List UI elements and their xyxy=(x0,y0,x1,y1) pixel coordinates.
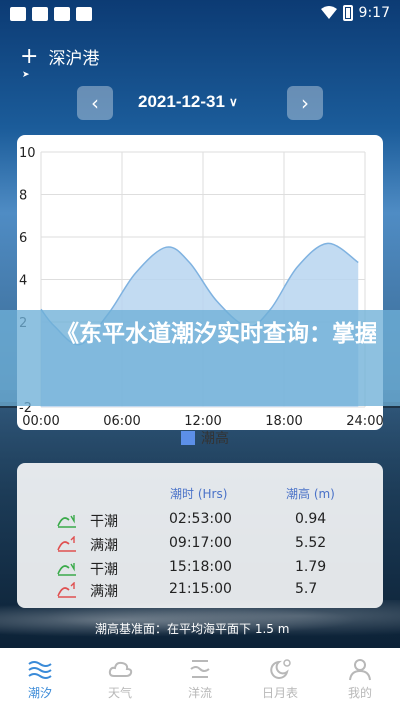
battery-icon xyxy=(342,5,353,21)
table-row: 满潮 21:15:00 5.7 xyxy=(17,579,383,601)
tide-time: 15:18:00 xyxy=(169,559,232,575)
nav-tab-weather[interactable]: 天气 xyxy=(80,657,160,701)
nav-tab-label: 洋流 xyxy=(187,686,212,700)
table-row: 干潮 02:53:00 0.94 xyxy=(17,509,383,531)
table-row: 干潮 15:18:00 1.79 xyxy=(17,557,383,579)
x-tick-label: 18:00 xyxy=(265,414,302,429)
nav-tab-label: 我的 xyxy=(347,686,372,700)
tide-table-card: 潮时 (Hrs) 潮高 (m) 干潮 02:53:00 0.94 满潮 09:17:00… xyxy=(17,463,383,608)
location-header[interactable]: + 深沪港 xyxy=(20,44,99,69)
y-tick-label: 6 xyxy=(19,231,27,246)
x-tick-label: 24:00 xyxy=(346,414,383,429)
table-row: 满潮 09:17:00 5.52 xyxy=(17,533,383,555)
sun-moon-icon xyxy=(270,659,291,679)
tide-type: 干潮 xyxy=(90,514,118,530)
low-tide-icon xyxy=(57,563,76,576)
location-name: 深沪港 xyxy=(48,49,100,69)
date-text: 2021-12-31 xyxy=(138,92,225,111)
date-selector[interactable]: 2021-12-31 ∨ xyxy=(138,92,238,112)
nav-tab-label: 日月表 xyxy=(261,686,298,700)
notification-icon xyxy=(32,7,48,21)
tide-time: 21:15:00 xyxy=(169,581,232,597)
chart-legend: 潮高 xyxy=(181,428,229,448)
chevron-right-icon: › xyxy=(301,91,309,115)
wifi-icon xyxy=(320,6,337,19)
notification-icons xyxy=(10,7,92,21)
add-location-icon[interactable]: + xyxy=(20,45,38,67)
waves-icon xyxy=(28,661,52,679)
tide-time: 02:53:00 xyxy=(169,511,232,527)
current-icon xyxy=(190,660,210,678)
x-tick-label: 12:00 xyxy=(184,414,221,429)
tide-type: 满潮 xyxy=(90,584,118,600)
location-arrow-icon: ➤ xyxy=(22,70,30,80)
notification-icon xyxy=(76,7,92,21)
legend-label: 潮高 xyxy=(201,431,229,447)
y-tick-label: 4 xyxy=(19,274,27,289)
tide-height: 5.52 xyxy=(295,535,327,551)
cloud-icon xyxy=(108,661,133,677)
next-day-button[interactable]: › xyxy=(287,86,323,120)
nav-tab-label: 潮汐 xyxy=(27,686,52,700)
nav-tab-tide[interactable]: 潮汐 xyxy=(0,657,80,701)
x-tick-label: 00:00 xyxy=(22,414,59,429)
date-navigation: ‹ 2021-12-31 ∨ › xyxy=(0,86,400,120)
tide-height: 0.94 xyxy=(295,511,327,527)
x-tick-label: 06:00 xyxy=(103,414,140,429)
nav-tab-current[interactable]: 洋流 xyxy=(160,657,240,701)
status-time: 9:17 xyxy=(358,5,390,21)
status-bar: 9:17 xyxy=(0,0,400,28)
column-header-time: 潮时 (Hrs) xyxy=(170,487,228,501)
tide-time: 09:17:00 xyxy=(169,535,232,551)
person-icon xyxy=(349,659,371,681)
y-tick-label: 10 xyxy=(19,146,36,161)
legend-swatch xyxy=(181,431,195,445)
high-tide-icon xyxy=(57,536,76,552)
notification-icon xyxy=(10,7,26,21)
nav-tab-sun-moon[interactable]: 日月表 xyxy=(240,657,320,701)
datum-note: 潮高基准面：在平均海平面下 1.5 m xyxy=(95,622,290,636)
tide-type: 干潮 xyxy=(90,562,118,578)
tide-type: 满潮 xyxy=(90,538,118,554)
high-tide-icon xyxy=(57,582,76,598)
notification-icon xyxy=(54,7,70,21)
tide-height: 1.79 xyxy=(295,559,327,575)
bottom-navigation: 潮汐 天气 洋流 日月表 我的 xyxy=(0,648,400,710)
chevron-left-icon: ‹ xyxy=(91,91,99,115)
nav-tab-profile[interactable]: 我的 xyxy=(320,657,400,701)
previous-day-button[interactable]: ‹ xyxy=(77,86,113,120)
tide-height: 5.7 xyxy=(295,581,318,597)
nav-tab-label: 天气 xyxy=(107,686,132,700)
low-tide-icon xyxy=(57,515,76,528)
banner-text: 《东平水道潮汐实时查询：掌握海洋节奏，畅 xyxy=(56,321,376,347)
column-header-height: 潮高 (m) xyxy=(286,487,335,501)
chevron-down-icon: ∨ xyxy=(228,95,238,109)
y-tick-label: 8 xyxy=(19,189,27,204)
